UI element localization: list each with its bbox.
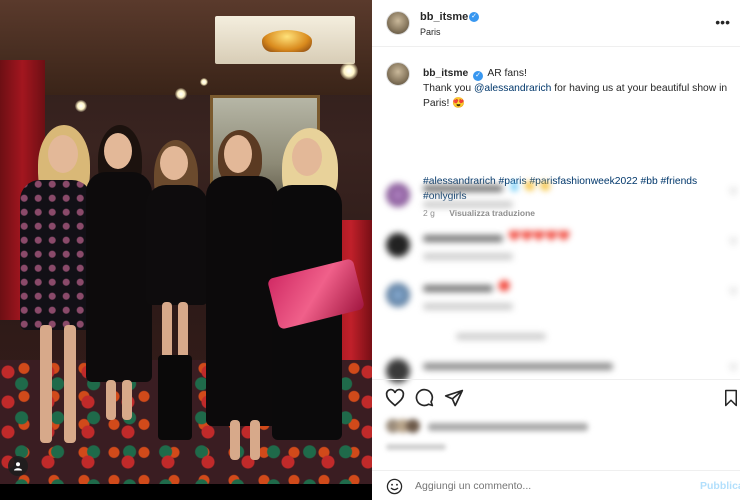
- caption-username[interactable]: bb_itsme: [423, 68, 468, 79]
- comment-emoji: 🔴: [498, 281, 511, 292]
- comment-emoji: 💧 👏 👏: [508, 181, 551, 192]
- liked-by[interactable]: [386, 416, 616, 438]
- post-location[interactable]: Paris: [420, 27, 441, 37]
- ceiling-lamp: [262, 30, 312, 52]
- comment-emoji: ❤️❤️❤️❤️❤️: [508, 231, 571, 242]
- user-icon: [14, 462, 22, 471]
- instagram-post-modal: bb_itsme ✓ Paris ••• bb_itsme ✓ AR fans!…: [0, 0, 740, 500]
- avatar[interactable]: [386, 11, 410, 35]
- post-actions: [372, 379, 740, 415]
- heart-icon[interactable]: [385, 388, 405, 408]
- person-3: [146, 185, 208, 305]
- comment-avatar[interactable]: [386, 233, 410, 257]
- heart-icon[interactable]: ♡: [729, 187, 738, 198]
- bookmark-icon[interactable]: [722, 388, 740, 408]
- send-icon[interactable]: [444, 388, 464, 408]
- view-replies[interactable]: [456, 333, 546, 340]
- comment-avatar[interactable]: [386, 283, 410, 307]
- person-2: [86, 172, 152, 382]
- post-date: [386, 444, 446, 450]
- comment-input[interactable]: [415, 480, 675, 492]
- caption-line1: AR fans!: [487, 68, 527, 79]
- person-1: [20, 180, 92, 330]
- person-4: [206, 176, 278, 426]
- heart-icon[interactable]: ♡: [729, 363, 738, 374]
- post-photo[interactable]: [0, 0, 372, 484]
- heart-icon[interactable]: ♡: [729, 237, 738, 248]
- smiley-icon[interactable]: [386, 478, 403, 495]
- boots: [158, 355, 192, 440]
- verified-badge-icon: ✓: [473, 71, 484, 81]
- verified-badge-icon: ✓: [469, 12, 479, 22]
- post-header: bb_itsme ✓ Paris •••: [372, 0, 740, 47]
- caption-thank: Thank you: [423, 83, 474, 94]
- mention-link[interactable]: @alessandrarich: [474, 83, 551, 94]
- comment-icon[interactable]: [414, 388, 434, 408]
- comments-list: 💧 👏 👏 ♡ ❤️❤️❤️❤️❤️ ♡ 🔴 ♡ ♡: [372, 175, 740, 383]
- tagged-users-button[interactable]: [8, 456, 28, 476]
- post-details-panel: bb_itsme ✓ Paris ••• bb_itsme ✓ AR fans!…: [372, 0, 740, 500]
- ellipsis-icon[interactable]: •••: [715, 14, 730, 30]
- author-username[interactable]: bb_itsme: [420, 11, 468, 23]
- comment-username: [423, 185, 503, 192]
- add-comment-bar: Pubblica: [372, 470, 740, 500]
- publish-button[interactable]: Pubblica: [700, 480, 740, 492]
- comment-avatar[interactable]: [386, 183, 410, 207]
- heart-icon[interactable]: ♡: [729, 287, 738, 298]
- caption-avatar[interactable]: [386, 62, 410, 86]
